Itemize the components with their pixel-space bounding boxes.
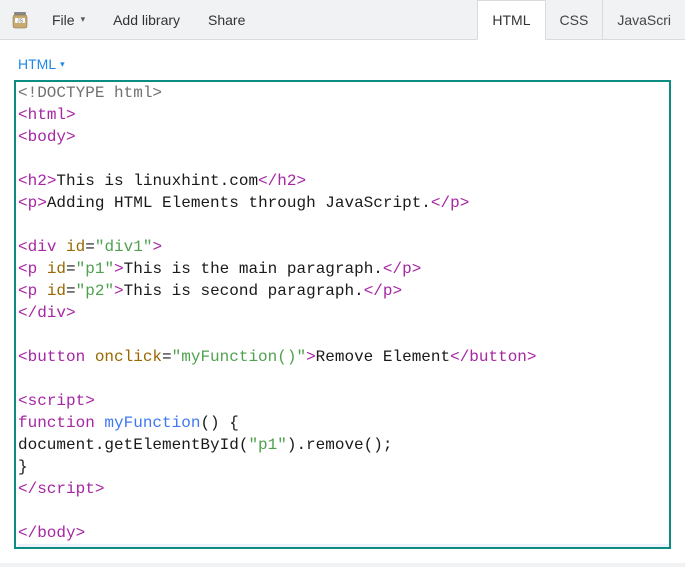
content-wrap: <!DOCTYPE html> <html> <body> <h2>This i… — [0, 80, 685, 563]
tab-html-label: HTML — [492, 12, 530, 28]
menu-share[interactable]: Share — [194, 0, 259, 39]
tab-js-label: JavaScri — [617, 12, 671, 28]
output-tabs: HTML CSS JavaScri — [477, 0, 685, 39]
tab-css[interactable]: CSS — [545, 0, 603, 39]
code-editor[interactable]: <!DOCTYPE html> <html> <body> <h2>This i… — [14, 80, 671, 549]
svg-text:JS: JS — [17, 18, 24, 24]
topbar: JS File ▾ Add library Share HTML CSS Jav… — [0, 0, 685, 40]
pane-selector-label: HTML — [18, 56, 56, 72]
menu-add-library-label: Add library — [113, 12, 180, 28]
chevron-down-icon: ▾ — [60, 59, 65, 70]
code-content: <!DOCTYPE html> <html> <body> <h2>This i… — [16, 82, 669, 549]
tab-css-label: CSS — [560, 12, 589, 28]
menu-file-label: File — [52, 12, 75, 28]
app-logo[interactable]: JS — [10, 0, 38, 39]
pane-selector[interactable]: HTML ▾ — [18, 56, 65, 72]
jar-icon: JS — [10, 10, 30, 30]
menu-file[interactable]: File ▾ — [38, 0, 99, 39]
menu-share-label: Share — [208, 12, 245, 28]
pane-header: HTML ▾ — [0, 40, 685, 80]
topbar-spacer — [259, 0, 477, 39]
menu-add-library[interactable]: Add library — [99, 0, 194, 39]
highlighted-line: </html> — [18, 544, 669, 549]
tab-javascript[interactable]: JavaScri — [602, 0, 685, 39]
tab-html[interactable]: HTML — [477, 0, 544, 40]
chevron-down-icon: ▾ — [81, 14, 86, 25]
code-line: <!DOCTYPE html> — [18, 84, 162, 102]
